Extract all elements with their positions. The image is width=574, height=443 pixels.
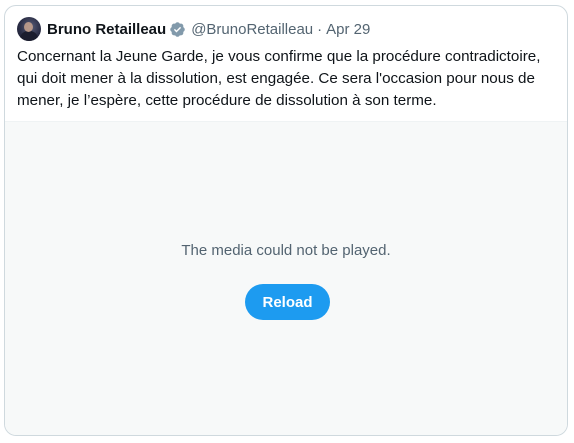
reload-button[interactable]: Reload — [245, 284, 330, 320]
media-error-message: The media could not be played. — [181, 242, 391, 259]
tweet-header: Bruno Retailleau @BrunoRetailleau · Apr … — [17, 16, 370, 42]
author-avatar[interactable] — [17, 17, 41, 41]
tweet-card[interactable]: Bruno Retailleau @BrunoRetailleau · Apr … — [4, 5, 568, 436]
author-handle[interactable]: @BrunoRetailleau — [191, 21, 313, 38]
media-container: The media could not be played. Reload — [5, 121, 567, 435]
tweet-date[interactable]: Apr 29 — [326, 21, 370, 38]
tweet-text: Concernant la Jeune Garde, je vous confi… — [17, 46, 557, 112]
tweet-text-line: mener, je l’espère, cette procédure de d… — [17, 92, 437, 109]
tweet-text-line: qui doit mener à la dissolution, est eng… — [17, 70, 535, 87]
separator-dot: · — [317, 20, 323, 38]
author-name[interactable]: Bruno Retailleau — [47, 21, 166, 38]
verified-badge-icon — [170, 21, 185, 37]
tweet-text-line: Concernant la Jeune Garde, je vous confi… — [17, 48, 541, 65]
